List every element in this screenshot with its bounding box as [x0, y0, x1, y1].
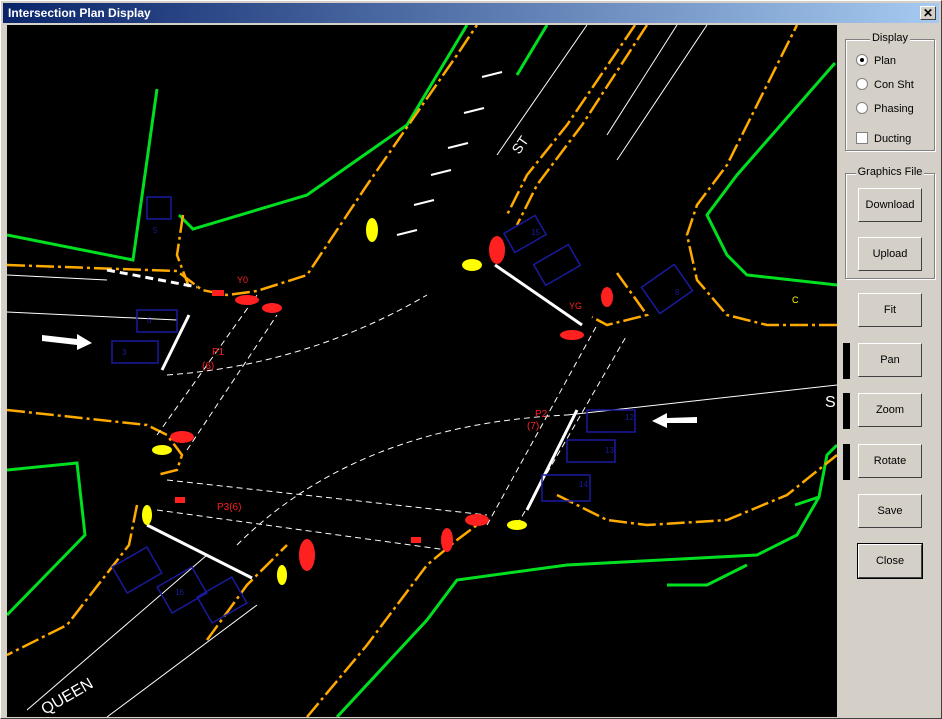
zebra-marks [396, 71, 503, 236]
crossing-p2-sub: (7) [527, 421, 539, 432]
detector-number: 13 [605, 446, 614, 455]
plan-labels: ST QUEEN S P1 (6) P2 (7) P3(6) Y0 YG C 5… [39, 133, 836, 717]
plan-canvas[interactable]: ST QUEEN S P1 (6) P2 (7) P3(6) Y0 YG C 5… [7, 25, 837, 717]
green-edge-lines [7, 25, 837, 717]
display-option-label: Phasing [874, 103, 914, 115]
checkbox-icon [856, 132, 868, 144]
intersection-plan-drawing: ST QUEEN S P1 (6) P2 (7) P3(6) Y0 YG C 5… [7, 25, 837, 717]
ducting-label: Ducting [874, 133, 912, 145]
ducting-checkbox[interactable]: Ducting [856, 131, 911, 147]
detector-number: 5 [153, 226, 158, 235]
download-button[interactable]: Download [858, 188, 922, 222]
kerb-lines [7, 25, 837, 717]
pan-indicator [843, 343, 850, 379]
window-close-icon[interactable]: ✕ [920, 6, 936, 20]
display-group-legend: Display [869, 32, 911, 44]
signal-tag-yg: YG [569, 301, 582, 311]
detector-loops [111, 196, 694, 625]
rotate-button[interactable]: Rotate [858, 444, 922, 478]
window-title: Intersection Plan Display [8, 6, 151, 20]
display-option-label: Plan [874, 55, 897, 67]
detector-number: 6 [147, 316, 152, 325]
intersection-plan-window: Intersection Plan Display ✕ ST QUEEN S P… [0, 0, 942, 719]
title-bar: Intersection Plan Display ✕ [3, 3, 939, 23]
signal-heads [142, 218, 613, 585]
close-button[interactable]: Close [857, 543, 923, 579]
rotate-indicator [843, 444, 850, 480]
signal-tag-y0: Y0 [237, 275, 248, 285]
radio-selected-icon [856, 54, 868, 66]
graphics-file-group: Graphics File Download Upload [845, 166, 935, 279]
crossing-p1-label: P1 [212, 347, 225, 358]
signal-tag-c: C [792, 295, 799, 305]
detector-number: 3 [122, 348, 127, 357]
display-option-plan[interactable]: Plan [856, 53, 896, 69]
graphics-group-legend: Graphics File [855, 166, 925, 178]
detector-number: 16 [175, 588, 184, 597]
radio-icon [856, 78, 868, 90]
zoom-indicator [843, 393, 850, 429]
fit-button[interactable]: Fit [858, 293, 922, 327]
control-panel: Display Plan Con Sht Phasing Ducting Gra… [839, 25, 941, 717]
street-label-queen: QUEEN [39, 675, 97, 717]
detector-number: 15 [531, 228, 540, 237]
stop-bars [106, 263, 583, 580]
display-option-phasing[interactable]: Phasing [856, 101, 914, 117]
upload-button[interactable]: Upload [858, 237, 922, 271]
pan-button[interactable]: Pan [858, 343, 922, 377]
detector-number: 12 [625, 413, 634, 422]
display-group: Display Plan Con Sht Phasing Ducting [845, 32, 935, 151]
display-option-label: Con Sht [874, 79, 914, 91]
crossing-p3-label: P3(6) [217, 502, 241, 513]
crossing-p1-sub: (6) [202, 361, 214, 372]
display-option-con-sht[interactable]: Con Sht [856, 77, 914, 93]
crossing-p2-label: P2 [535, 409, 548, 420]
street-label-s: S [825, 394, 836, 411]
detector-number: 8 [675, 288, 680, 297]
save-button[interactable]: Save [858, 494, 922, 528]
zoom-button[interactable]: Zoom [858, 393, 922, 427]
radio-icon [856, 102, 868, 114]
detector-number: 14 [579, 480, 588, 489]
street-label-st: ST [508, 133, 532, 157]
lane-lines [7, 25, 837, 717]
lane-arrows [42, 334, 697, 428]
